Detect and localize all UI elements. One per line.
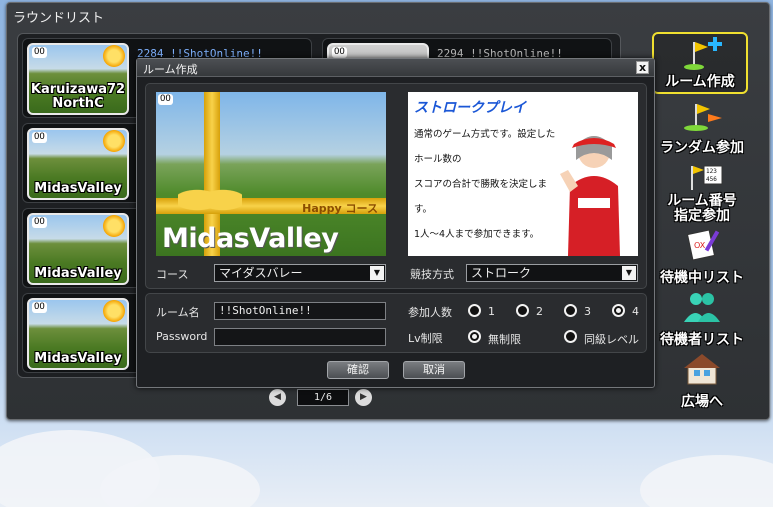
level-unlimited-radio[interactable] bbox=[468, 330, 481, 343]
players-option-label: 3 bbox=[584, 305, 591, 318]
happy-course-label: Happy コース bbox=[302, 202, 378, 215]
sun-icon bbox=[103, 45, 125, 67]
cancel-button[interactable]: 取消 bbox=[403, 361, 465, 379]
course-select[interactable]: マイダスバレー ▼ bbox=[214, 264, 386, 282]
camera-icon: OO bbox=[332, 47, 347, 58]
prev-page-button[interactable]: ◀ bbox=[269, 389, 286, 406]
svg-text:123: 123 bbox=[706, 168, 717, 175]
level-option-label: 無制限 bbox=[488, 333, 521, 346]
dialog-titlebar: ルーム作成 x bbox=[137, 59, 654, 77]
level-limit-label: Lv制限 bbox=[408, 332, 443, 345]
window-title: ラウンドリスト bbox=[13, 11, 105, 26]
course-thumbnail: OO MidasValley bbox=[27, 298, 129, 370]
game-mode-text: 通常のゲーム方式です。設定したホール数の スコアの合計で勝敗を決定します。 1人… bbox=[414, 129, 556, 240]
chevron-down-icon: ▼ bbox=[370, 266, 384, 280]
level-same-radio[interactable] bbox=[564, 330, 577, 343]
waiting-list-icon: OX bbox=[686, 229, 720, 261]
random-join-label: ランダム参加 bbox=[660, 140, 744, 156]
camera-icon: OO bbox=[32, 47, 47, 58]
course-preview-name: MidasValley bbox=[162, 223, 339, 254]
camera-icon: OO bbox=[32, 302, 47, 313]
flag-plus-icon bbox=[684, 37, 722, 70]
next-page-button[interactable]: ▶ bbox=[355, 389, 372, 406]
create-room-dialog: ルーム作成 x OO Happy コース MidasValley ストロークプレ… bbox=[136, 58, 655, 388]
caddie-character-image bbox=[560, 136, 620, 256]
page-indicator: 1/6 bbox=[297, 389, 349, 406]
plaza-house-icon bbox=[684, 354, 720, 385]
room-settings-panel: ルーム名 !!ShotOnline!! Password 参加人数 1 2 3 … bbox=[145, 293, 647, 353]
room-number-join-label: ルーム番号 指定参加 bbox=[667, 193, 737, 224]
waiting-users-label: 待機者リスト bbox=[660, 332, 744, 348]
camera-icon: OO bbox=[32, 217, 47, 228]
confirm-button[interactable]: 確認 bbox=[327, 361, 389, 379]
course-thumbnail: OO Karuizawa72 NorthC bbox=[27, 43, 129, 115]
players-option-label: 1 bbox=[488, 305, 495, 318]
create-room-button[interactable]: ルーム作成 bbox=[652, 32, 748, 94]
players-radio-1[interactable] bbox=[468, 304, 481, 317]
flag-number-icon: 123 456 bbox=[691, 165, 723, 190]
close-button[interactable]: x bbox=[636, 61, 649, 74]
course-thumbnail: OO MidasValley bbox=[27, 213, 129, 285]
waiting-list-label: 待機中リスト bbox=[660, 270, 744, 286]
room-name-label: ルーム名 bbox=[156, 306, 200, 319]
password-input[interactable] bbox=[214, 328, 386, 346]
go-to-plaza-button[interactable]: 広場へ bbox=[654, 350, 750, 412]
waiting-users-button[interactable]: 待機者リスト bbox=[654, 288, 750, 350]
course-settings-panel: OO Happy コース MidasValley ストロークプレイ 通常のゲーム… bbox=[145, 83, 647, 289]
sun-icon bbox=[103, 215, 125, 237]
players-radio-2[interactable] bbox=[516, 304, 529, 317]
game-mode-select[interactable]: ストローク ▼ bbox=[466, 264, 638, 282]
flag-random-icon bbox=[684, 104, 722, 131]
sun-icon bbox=[103, 300, 125, 322]
course-preview-image: OO Happy コース MidasValley bbox=[156, 92, 386, 256]
players-option-label: 4 bbox=[632, 305, 639, 318]
players-option-label: 2 bbox=[536, 305, 543, 318]
course-name: MidasValley bbox=[34, 181, 122, 196]
sun-icon bbox=[103, 130, 125, 152]
course-name: MidasValley bbox=[34, 351, 122, 366]
course-thumbnail: OO MidasValley bbox=[27, 128, 129, 200]
dialog-title: ルーム作成 bbox=[143, 63, 198, 76]
svg-text:456: 456 bbox=[706, 176, 717, 183]
svg-text:OX: OX bbox=[694, 241, 706, 250]
game-mode-description: ストロークプレイ 通常のゲーム方式です。設定したホール数の スコアの合計で勝敗を… bbox=[408, 92, 638, 256]
pager: ◀ 1/6 ▶ bbox=[269, 387, 379, 407]
course-name: Karuizawa72 NorthC bbox=[30, 82, 126, 111]
room-name-input[interactable]: !!ShotOnline!! bbox=[214, 302, 386, 320]
players-radio-4[interactable] bbox=[612, 304, 625, 317]
game-mode-title: ストロークプレイ bbox=[414, 100, 526, 116]
create-room-label: ルーム作成 bbox=[665, 74, 735, 90]
go-to-plaza-label: 広場へ bbox=[681, 394, 723, 410]
random-join-button[interactable]: ランダム参加 bbox=[654, 96, 750, 158]
players-radio-3[interactable] bbox=[564, 304, 577, 317]
waiting-list-button[interactable]: OX 待機中リスト bbox=[654, 226, 750, 288]
players-label: 参加人数 bbox=[408, 306, 452, 319]
waiting-users-icon bbox=[684, 293, 720, 322]
password-label: Password bbox=[156, 330, 208, 343]
chevron-down-icon: ▼ bbox=[622, 266, 636, 280]
cloud bbox=[640, 455, 773, 507]
game-mode-label: 競技方式 bbox=[410, 268, 454, 281]
course-name: MidasValley bbox=[34, 266, 122, 281]
level-option-label: 同級レベル bbox=[584, 333, 639, 346]
room-number-join-button[interactable]: 123 456 ルーム番号 指定参加 bbox=[654, 162, 750, 226]
camera-icon: OO bbox=[32, 132, 47, 143]
gift-bow-icon bbox=[178, 180, 242, 220]
course-label: コース bbox=[156, 268, 189, 281]
camera-icon: OO bbox=[158, 94, 173, 105]
